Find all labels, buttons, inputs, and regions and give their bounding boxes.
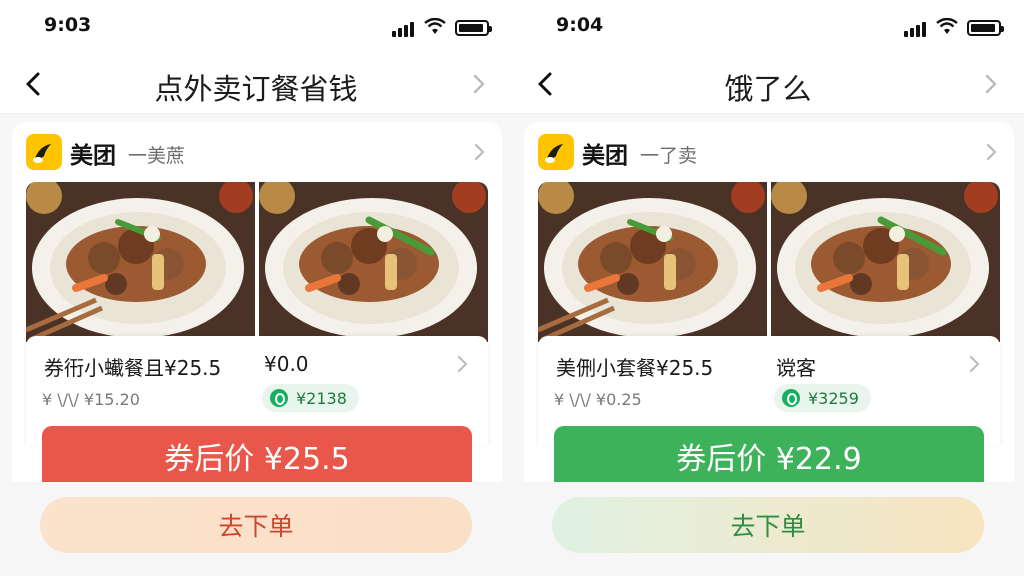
navigation-bar: 饿了么 <box>512 58 1024 114</box>
chevron-right-icon[interactable] <box>456 354 470 374</box>
brand-name: 美团 <box>70 143 116 169</box>
food-photo <box>538 182 767 342</box>
place-order-button[interactable]: 去下单 <box>552 497 984 553</box>
chevron-right-icon[interactable] <box>470 72 488 96</box>
deal-value: 谠客 <box>776 356 816 380</box>
coupon-price-banner: 券后价 ¥25.5 <box>42 426 472 486</box>
brand-subtitle: 一美蔗 <box>128 145 186 167</box>
coupon-badge[interactable]: ¥2138 <box>262 384 359 412</box>
brand-row[interactable]: 美团 一了卖 <box>538 132 1000 172</box>
meituan-screen: 9:03 点外卖订餐省钱 美团 一美蔗 券衎小蠘餐且¥25.5 ¥0.0 ¥ \… <box>0 0 512 576</box>
back-icon[interactable] <box>532 70 560 98</box>
cellular-signal-icon <box>392 21 416 37</box>
brand-name: 美团 <box>582 143 628 169</box>
original-price: ¥ \/\/ ¥0.25 <box>554 390 642 409</box>
coupon-value: ¥2138 <box>296 388 347 408</box>
comparison-screens: 9:03 点外卖订餐省钱 美团 一美蔗 券衎小蠘餐且¥25.5 ¥0.0 ¥ \… <box>0 0 1024 576</box>
deal-value: ¥0.0 <box>264 352 309 376</box>
food-photo <box>771 182 1000 342</box>
page-title: 饿了么 <box>724 72 812 106</box>
coupon-icon <box>782 389 800 407</box>
brand-row[interactable]: 美团 一美蔗 <box>26 132 488 172</box>
page-title: 点外卖订餐省钱 <box>154 72 358 106</box>
chevron-right-icon[interactable] <box>982 72 1000 96</box>
meituan-logo-icon <box>26 134 62 170</box>
wifi-icon <box>424 18 446 34</box>
battery-icon <box>967 20 1004 36</box>
food-photo <box>26 182 255 342</box>
chevron-right-icon[interactable] <box>984 142 1000 162</box>
place-order-button[interactable]: 去下单 <box>40 497 472 553</box>
chevron-right-icon[interactable] <box>472 142 488 162</box>
status-bar: 9:03 <box>0 0 512 58</box>
wifi-icon <box>936 18 958 34</box>
navigation-bar: 点外卖订餐省钱 <box>0 58 512 114</box>
brand-subtitle: 一了卖 <box>640 145 698 167</box>
deal-title: 券衎小蠘餐且¥25.5 <box>44 356 222 380</box>
status-time: 9:03 <box>44 14 92 36</box>
back-icon[interactable] <box>20 70 48 98</box>
deal-card[interactable]: 美团 一美蔗 券衎小蠘餐且¥25.5 ¥0.0 ¥ \/\/ ¥15.20 ¥2… <box>12 122 502 532</box>
coupon-price-banner: 券后价 ¥22.9 <box>554 426 984 486</box>
chevron-right-icon[interactable] <box>968 354 982 374</box>
deal-title: 美侀小套餐¥25.5 <box>556 356 714 380</box>
cellular-signal-icon <box>904 21 928 37</box>
deal-card[interactable]: 美团 一了卖 美侀小套餐¥25.5 谠客 ¥ \/\/ ¥0.25 ¥3259 … <box>524 122 1014 532</box>
food-photo-strip <box>538 182 1000 342</box>
coupon-icon <box>270 389 288 407</box>
original-price: ¥ \/\/ ¥15.20 <box>42 390 140 409</box>
food-photo-strip <box>26 182 488 342</box>
status-bar: 9:04 <box>512 0 1024 58</box>
eleme-screen: 9:04 饿了么 美团 一了卖 美侀小套餐¥25.5 谠客 ¥ \/\/ ¥0.… <box>512 0 1024 576</box>
battery-icon <box>455 20 492 36</box>
food-photo <box>259 182 488 342</box>
status-time: 9:04 <box>556 14 604 36</box>
meituan-logo-icon <box>538 134 574 170</box>
coupon-badge[interactable]: ¥3259 <box>774 384 871 412</box>
coupon-value: ¥3259 <box>808 388 859 408</box>
